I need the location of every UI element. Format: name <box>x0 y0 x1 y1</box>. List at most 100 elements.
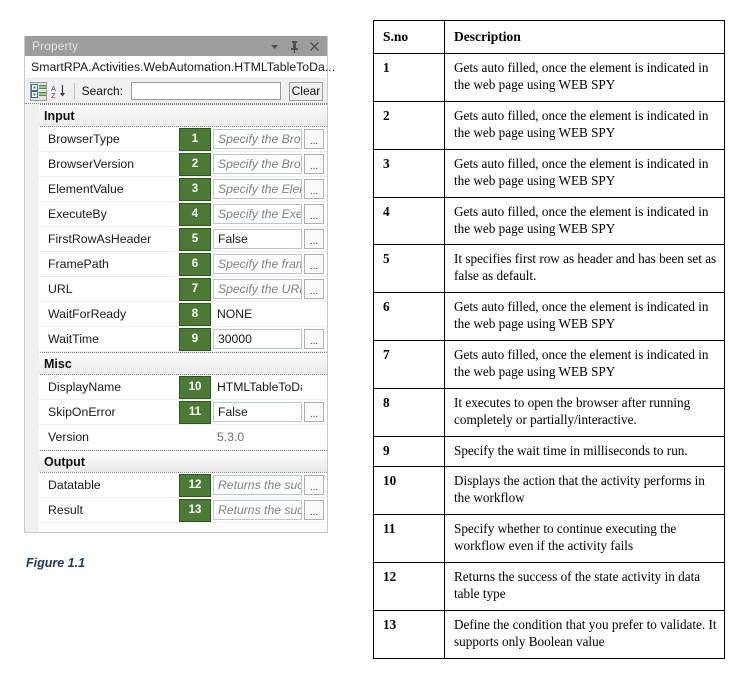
property-row[interactable]: DisplayName 10HTMLTableToDataTab <box>39 375 327 400</box>
property-value-field[interactable]: 30000 <box>213 329 302 349</box>
property-value-field[interactable]: False <box>213 402 302 422</box>
svg-text:Z: Z <box>51 91 56 99</box>
property-value-wrapper: Specify the fram... <box>213 254 327 275</box>
close-icon[interactable] <box>309 40 320 53</box>
ellipsis-button[interactable]: ... <box>304 402 324 422</box>
property-row[interactable]: URL 7 Specify the URL... <box>39 277 327 302</box>
callout-number-badge: 1 <box>179 127 211 151</box>
property-value-field[interactable]: HTMLTableToDataTab <box>213 377 302 397</box>
cell-sno: 7 <box>373 339 445 389</box>
property-name: WaitForReady <box>48 307 127 321</box>
table-header-row: S.no Description <box>373 19 725 55</box>
cell-sno: 8 <box>373 387 445 437</box>
ellipsis-button[interactable]: ... <box>304 254 324 274</box>
callout-number-badge: 8 <box>179 302 211 326</box>
property-row[interactable]: WaitTime 9 30000... <box>39 327 327 352</box>
cell-sno: 2 <box>373 101 445 150</box>
callout-number-badge: 6 <box>179 252 211 276</box>
table-row: 9 Specify the wait time in milliseconds t… <box>373 435 725 468</box>
property-row[interactable]: FirstRowAsHeader 5 False... <box>39 227 327 252</box>
property-row[interactable]: Datatable 12 Returns the succ... <box>39 473 327 498</box>
property-value-field[interactable]: Returns the succ <box>213 475 302 495</box>
search-label: Search: <box>81 84 123 98</box>
property-name: Result <box>48 503 83 517</box>
ellipsis-button[interactable]: ... <box>304 229 324 249</box>
cell-description: Specify whether to continue executing th… <box>444 514 725 563</box>
callout-number-badge: 4 <box>179 202 211 226</box>
property-name: ExecuteBy <box>48 207 107 221</box>
search-input[interactable] <box>130 82 281 100</box>
collapse-expander-icon[interactable] <box>28 359 37 368</box>
property-row[interactable]: Result 13 Returns the succ... <box>39 498 327 523</box>
property-value-field[interactable]: False <box>213 229 302 249</box>
table-row: 3 Gets auto filled, once the element is i… <box>373 148 725 198</box>
property-name: BrowserVersion <box>48 157 135 171</box>
ellipsis-button[interactable]: ... <box>304 179 324 199</box>
property-name: FramePath <box>48 257 109 271</box>
property-name: WaitTime <box>48 332 100 346</box>
categorized-view-icon[interactable] <box>30 81 47 101</box>
property-value-wrapper: Specify the Brow... <box>213 129 327 150</box>
ellipsis-button[interactable]: ... <box>304 329 324 349</box>
property-value-wrapper: Returns the succ... <box>213 500 327 521</box>
cell-description: Gets auto filled, once the element is in… <box>444 53 725 103</box>
property-row[interactable]: FramePath 6 Specify the fram... <box>39 252 327 277</box>
category-header-misc[interactable]: Misc <box>28 352 327 375</box>
property-name: FirstRowAsHeader <box>48 232 152 246</box>
property-value-field[interactable]: Specify the Elem <box>213 179 302 199</box>
callout-number-badge: 2 <box>179 152 211 176</box>
activity-type-label: SmartRPA.Activities.WebAutomation.HTMLTa… <box>25 56 335 79</box>
ellipsis-button[interactable]: ... <box>304 129 324 149</box>
cell-sno: 9 <box>373 435 445 468</box>
sort-alphabetical-icon[interactable]: A Z <box>51 82 67 101</box>
property-name: Datatable <box>48 478 101 492</box>
property-value-field[interactable]: Specify the Exec <box>213 204 302 224</box>
property-row[interactable]: SkipOnError 11 False... <box>39 400 327 425</box>
property-value-field[interactable]: Specify the URL <box>213 279 302 299</box>
collapse-expander-icon[interactable] <box>28 111 37 120</box>
callout-badge-placeholder <box>179 426 211 449</box>
property-value-field[interactable]: Specify the fram <box>213 254 302 274</box>
property-row[interactable]: BrowserType 1 Specify the Brow... <box>39 127 327 152</box>
cell-sno: 13 <box>373 609 445 659</box>
property-value-wrapper: NONE <box>213 304 327 325</box>
property-row[interactable]: ElementValue 3 Specify the Elem... <box>39 177 327 202</box>
property-value-field[interactable]: 5.3.0 <box>213 427 302 447</box>
clear-button[interactable]: Clear <box>288 81 323 101</box>
ellipsis-button[interactable]: ... <box>304 500 324 520</box>
property-value-wrapper: False... <box>213 229 327 250</box>
ellipsis-button[interactable]: ... <box>304 475 324 495</box>
table-row: 6 Gets auto filled, once the element is i… <box>373 292 725 341</box>
property-row[interactable]: BrowserVersion 2 Specify the Brow... <box>39 152 327 177</box>
table-row: 13 Define the condition that you prefer t… <box>373 609 725 659</box>
ellipsis-button[interactable]: ... <box>304 204 324 224</box>
panel-title: Property <box>32 39 79 53</box>
ellipsis-button[interactable]: ... <box>304 279 324 299</box>
pin-icon[interactable] <box>289 40 300 53</box>
table-row: 2 Gets auto filled, once the element is i… <box>373 101 725 150</box>
property-value-field[interactable]: Specify the Brow <box>213 129 302 149</box>
property-row[interactable]: WaitForReady 8 NONE <box>39 302 327 327</box>
cell-sno: 5 <box>373 244 445 294</box>
cell-sno: 3 <box>373 148 445 198</box>
property-row[interactable]: Version 5.3.0 <box>39 425 327 450</box>
property-name: SkipOnError <box>48 405 116 419</box>
property-value-field[interactable]: Specify the Brow <box>213 154 302 174</box>
callout-number-badge: 3 <box>179 177 211 201</box>
property-value-wrapper: Returns the succ... <box>213 475 327 496</box>
property-value-field[interactable]: NONE <box>213 304 302 324</box>
property-toolbar: A Z Search: Clear <box>25 79 327 104</box>
chevron-down-icon[interactable] <box>269 40 280 53</box>
property-value-field[interactable]: Returns the succ <box>213 500 302 520</box>
category-header-input[interactable]: Input <box>28 104 327 127</box>
property-row[interactable]: ExecuteBy 4 Specify the Exec... <box>39 202 327 227</box>
table-row: 11 Specify whether to continue executing … <box>373 514 725 563</box>
ellipsis-button[interactable]: ... <box>304 154 324 174</box>
property-name: URL <box>48 282 73 296</box>
cell-sno: 12 <box>373 561 445 611</box>
table-row: 7 Gets auto filled, once the element is i… <box>373 339 725 389</box>
property-value-wrapper: 5.3.0 <box>213 427 327 448</box>
collapse-expander-icon[interactable] <box>28 457 37 466</box>
property-name: BrowserType <box>48 132 120 146</box>
category-header-output[interactable]: Output <box>28 450 327 473</box>
